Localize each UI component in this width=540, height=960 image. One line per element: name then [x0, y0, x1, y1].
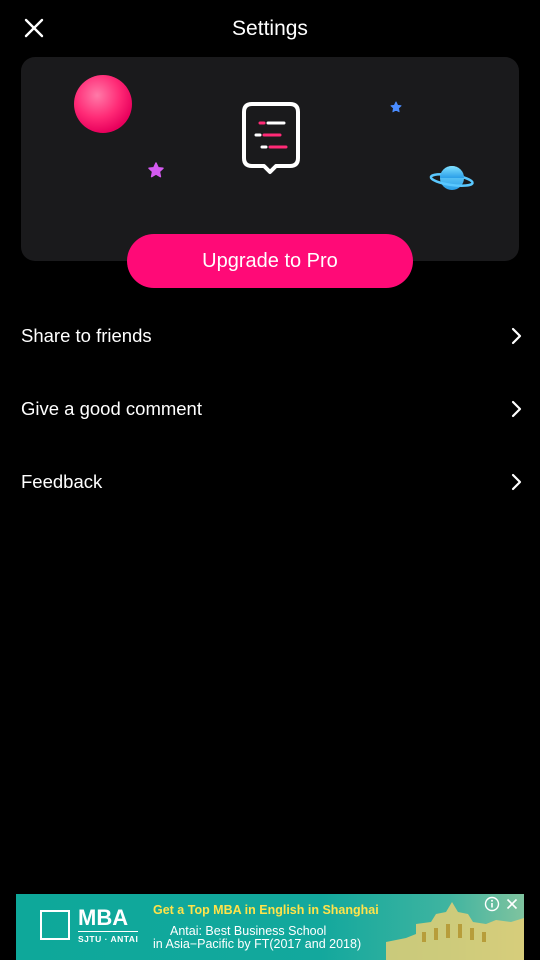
chevron-right-icon [511, 400, 522, 418]
blue-star [390, 101, 402, 113]
chevron-right-icon [511, 473, 522, 491]
pink-sphere [74, 75, 132, 133]
menu-item-label: Give a good comment [21, 398, 202, 419]
menu-item-label: Feedback [21, 471, 103, 492]
promo-illustration [74, 75, 474, 190]
page-title: Settings [232, 17, 308, 40]
saturn-planet [429, 166, 474, 190]
header: Settings [0, 0, 540, 58]
info-icon[interactable] [484, 896, 500, 912]
close-icon[interactable] [504, 896, 520, 912]
ad-logo-text: MBA [78, 905, 129, 930]
menu-item-label: Share to friends [21, 325, 152, 346]
menu-item-feedback[interactable]: Feedback [0, 445, 540, 518]
upgrade-to-pro-button[interactable]: Upgrade to Pro [127, 234, 413, 288]
purple-star [148, 162, 164, 178]
mba-logo [40, 910, 70, 940]
chat-list-icon [242, 102, 300, 174]
menu-item-share[interactable]: Share to friends [0, 299, 540, 372]
ad-banner[interactable]: MBA SJTU · ANTAI Get a Top MBA in Englis… [16, 894, 524, 960]
chevron-right-icon [511, 327, 522, 345]
ad-headline: Get a Top MBA in English in Shanghai [153, 903, 379, 917]
promo-card [21, 57, 519, 261]
ad-subtagline: in Asia−Pacific by FT(2017 and 2018) [153, 937, 362, 951]
settings-menu: Share to friends Give a good comment Fee… [0, 299, 540, 518]
menu-item-comment[interactable]: Give a good comment [0, 372, 540, 445]
ad-logo-subtext: SJTU · ANTAI [78, 931, 139, 944]
